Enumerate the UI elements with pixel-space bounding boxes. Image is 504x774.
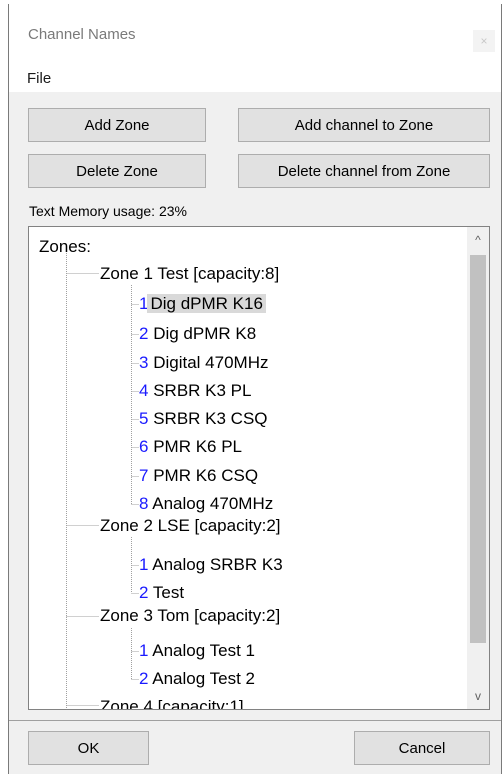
tree-channel-item[interactable]: 2 Test [139,582,184,604]
channel-number: 1 [139,641,149,660]
tree-channel-item[interactable]: 2 Analog Test 2 [139,668,255,690]
window-title: Channel Names [28,26,136,43]
channel-name: Analog Test 2 [152,669,255,688]
channel-name: PMR K6 CSQ [153,466,259,485]
tree-vertical-scrollbar[interactable]: ^ v [467,227,489,709]
text-memory-usage-label: Text Memory usage: 23% [29,203,187,219]
tree-channel-item[interactable]: 6 PMR K6 PL [139,436,242,458]
tree-channel-item[interactable]: 7 PMR K6 CSQ [139,465,258,487]
tree-channel-item[interactable]: 1 Dig dPMR K16 [139,293,266,315]
delete-zone-button[interactable]: Delete Zone [28,154,206,188]
channel-name: SRBR K3 CSQ [153,409,268,428]
channel-number: 2 [139,583,149,602]
channel-names-window: Channel Names × File Add Zone Add channe… [8,4,502,774]
channel-name: Analog SRBR K3 [152,555,283,574]
dialog-footer-divider [9,720,501,721]
channel-number: 2 [139,324,149,343]
add-zone-button[interactable]: Add Zone [28,108,206,142]
tree-channel-item[interactable]: 1 Analog Test 1 [139,640,255,662]
tree-channel-item[interactable]: 5 SRBR K3 CSQ [139,408,268,430]
add-channel-to-zone-button[interactable]: Add channel to Zone [238,108,490,142]
channel-number: 6 [139,437,149,456]
channel-number: 2 [139,669,149,688]
channel-number: 4 [139,381,149,400]
channel-number: 7 [139,466,149,485]
channel-name: SRBR K3 PL [153,381,252,400]
menu-file[interactable]: File [27,70,51,87]
scrollbar-thumb[interactable] [470,255,486,643]
channel-name: PMR K6 PL [153,437,243,456]
channel-name: Dig dPMR K8 [153,324,257,343]
tree-zone-4[interactable]: Zone 4 [capacity:1] [100,696,244,709]
delete-channel-from-zone-button[interactable]: Delete channel from Zone [238,154,490,188]
channel-name: Test [152,583,185,602]
channel-name: Analog Test 1 [152,641,255,660]
title-bar: Channel Names × [9,4,501,62]
scroll-up-arrow-icon[interactable]: ^ [467,229,489,251]
channel-number: 8 [139,494,149,513]
zones-tree[interactable]: Zones: Zone 1 Test [capacity:8] 1 Dig dPM… [28,226,490,710]
channel-number: 1 [139,555,149,574]
channel-name: Digital 470MHz [153,353,269,372]
tree-zone-1[interactable]: Zone 1 Test [capacity:8] [100,263,279,285]
scroll-down-arrow-icon[interactable]: v [467,685,489,707]
tree-channel-item[interactable]: 8 Analog 470MHz [139,493,273,515]
channel-number: 3 [139,353,149,372]
channel-name-selected: Dig dPMR K16 [147,294,266,313]
close-icon[interactable]: × [473,30,495,52]
tree-root-zones[interactable]: Zones: [39,236,91,258]
tree-channel-item[interactable]: 3 Digital 470MHz [139,352,268,374]
channel-number: 5 [139,409,149,428]
ok-button[interactable]: OK [28,731,149,765]
menu-bar: File [9,62,501,92]
tree-zone-2[interactable]: Zone 2 LSE [capacity:2] [100,515,281,537]
tree-channel-item[interactable]: 2 Dig dPMR K8 [139,323,256,345]
tree-channel-item[interactable]: 1 Analog SRBR K3 [139,554,283,576]
tree-zone-3[interactable]: Zone 3 Tom [capacity:2] [100,605,280,627]
cancel-button[interactable]: Cancel [354,731,490,765]
channel-name: Analog 470MHz [152,494,274,513]
tree-channel-item[interactable]: 4 SRBR K3 PL [139,380,251,402]
